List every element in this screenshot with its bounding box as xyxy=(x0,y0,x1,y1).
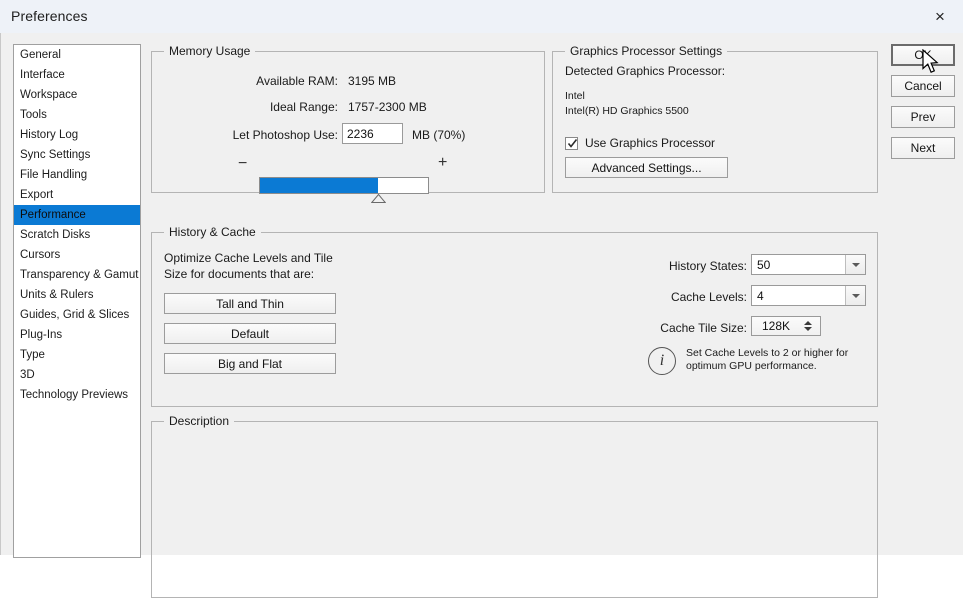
history-and-cache-group-label: History & Cache xyxy=(164,225,261,239)
cache-levels-combobox[interactable]: 4 xyxy=(751,285,866,306)
cancel-button[interactable]: Cancel xyxy=(891,75,955,97)
sidebar-item-export[interactable]: Export xyxy=(14,185,140,205)
cache-tile-size-spinner[interactable]: 128K xyxy=(751,316,821,336)
memory-slider-fill xyxy=(260,178,378,193)
description-group: Description xyxy=(151,414,878,598)
sidebar-item-cursors[interactable]: Cursors xyxy=(14,245,140,265)
cache-tile-size-value: 128K xyxy=(761,319,791,333)
cache-levels-hint-text: Set Cache Levels to 2 or higher for opti… xyxy=(686,347,849,372)
let-photoshop-use-label: Let Photoshop Use: xyxy=(232,128,338,142)
available-ram-value: 3195 MB xyxy=(348,74,397,88)
cache-levels-value: 4 xyxy=(757,288,764,303)
title-bar: Preferences × xyxy=(0,0,963,34)
window-title: Preferences xyxy=(11,8,88,24)
next-button[interactable]: Next xyxy=(891,137,955,159)
sidebar-item-performance[interactable]: Performance xyxy=(14,205,140,225)
history-states-combobox[interactable]: 50 xyxy=(751,254,866,275)
tall-and-thin-button[interactable]: Tall and Thin xyxy=(164,293,336,314)
cache-tile-size-label: Cache Tile Size: xyxy=(660,321,747,335)
sidebar-item-units-rulers[interactable]: Units & Rulers xyxy=(14,285,140,305)
sidebar-item-sync-settings[interactable]: Sync Settings xyxy=(14,145,140,165)
spinner-arrows-icon[interactable] xyxy=(800,321,820,331)
memory-unit-percent-label: MB (70%) xyxy=(412,128,466,142)
memory-slider-increase-icon[interactable]: + xyxy=(438,155,447,171)
checkbox-icon[interactable] xyxy=(565,136,578,150)
gpu-hint-row: i Set Cache Levels to 2 or higher for op… xyxy=(648,347,863,377)
ok-button[interactable]: OK xyxy=(891,44,955,66)
use-graphics-processor-label: Use Graphics Processor xyxy=(585,136,716,150)
memory-slider-decrease-icon[interactable]: − xyxy=(238,156,247,172)
graphics-processor-group: Graphics Processor Settings Detected Gra… xyxy=(552,44,878,193)
sidebar-item-type[interactable]: Type xyxy=(14,345,140,365)
available-ram-label: Available RAM: xyxy=(256,74,338,88)
default-preset-button[interactable]: Default xyxy=(164,323,336,344)
history-states-label: History States: xyxy=(668,259,747,273)
history-states-value: 50 xyxy=(757,257,771,272)
memory-slider-thumb[interactable] xyxy=(371,194,386,203)
ideal-range-label: Ideal Range: xyxy=(269,100,338,114)
optimize-cache-description: Optimize Cache Levels and Tile Size for … xyxy=(164,251,333,281)
use-graphics-processor-row[interactable]: Use Graphics Processor xyxy=(565,136,715,150)
sidebar-item-guides-grid-slices[interactable]: Guides, Grid & Slices xyxy=(14,305,140,325)
sidebar-item-3d[interactable]: 3D xyxy=(14,365,140,385)
sidebar-item-technology-previews[interactable]: Technology Previews xyxy=(14,385,140,405)
info-icon: i xyxy=(648,347,676,375)
sidebar-item-scratch-disks[interactable]: Scratch Disks xyxy=(14,225,140,245)
memory-usage-group: Memory Usage Available RAM: 3195 MB Idea… xyxy=(151,44,545,193)
memory-usage-group-label: Memory Usage xyxy=(164,44,256,58)
memory-amount-input[interactable] xyxy=(342,123,403,144)
sidebar-item-general[interactable]: General xyxy=(14,45,140,65)
chevron-down-icon[interactable] xyxy=(845,286,865,305)
detected-gpu-label: Detected Graphics Processor: xyxy=(565,64,726,78)
sidebar-item-file-handling[interactable]: File Handling xyxy=(14,165,140,185)
sidebar-item-transparency-gamut[interactable]: Transparency & Gamut xyxy=(14,265,140,285)
memory-usage-slider[interactable] xyxy=(259,177,429,194)
advanced-settings-button[interactable]: Advanced Settings... xyxy=(565,157,728,178)
close-icon[interactable]: × xyxy=(917,0,963,32)
sidebar-item-workspace[interactable]: Workspace xyxy=(14,85,140,105)
preferences-dialog: Preferences × General Interface Workspac… xyxy=(0,0,963,598)
history-and-cache-group: History & Cache Optimize Cache Levels an… xyxy=(151,225,878,407)
sidebar-item-interface[interactable]: Interface xyxy=(14,65,140,85)
gpu-model-value: Intel(R) HD Graphics 5500 xyxy=(565,105,689,117)
graphics-processor-group-label: Graphics Processor Settings xyxy=(565,44,728,58)
cache-levels-label: Cache Levels: xyxy=(670,290,747,304)
gpu-vendor-value: Intel xyxy=(565,90,585,102)
sidebar-item-tools[interactable]: Tools xyxy=(14,105,140,125)
description-group-label: Description xyxy=(164,414,235,428)
dialog-body: General Interface Workspace Tools Histor… xyxy=(0,33,963,598)
chevron-down-icon[interactable] xyxy=(845,255,865,274)
sidebar-item-plug-ins[interactable]: Plug-Ins xyxy=(14,325,140,345)
ideal-range-value: 1757-2300 MB xyxy=(348,100,427,114)
preferences-category-list[interactable]: General Interface Workspace Tools Histor… xyxy=(13,44,141,558)
sidebar-item-history-log[interactable]: History Log xyxy=(14,125,140,145)
prev-button[interactable]: Prev xyxy=(891,106,955,128)
big-and-flat-button[interactable]: Big and Flat xyxy=(164,353,336,374)
